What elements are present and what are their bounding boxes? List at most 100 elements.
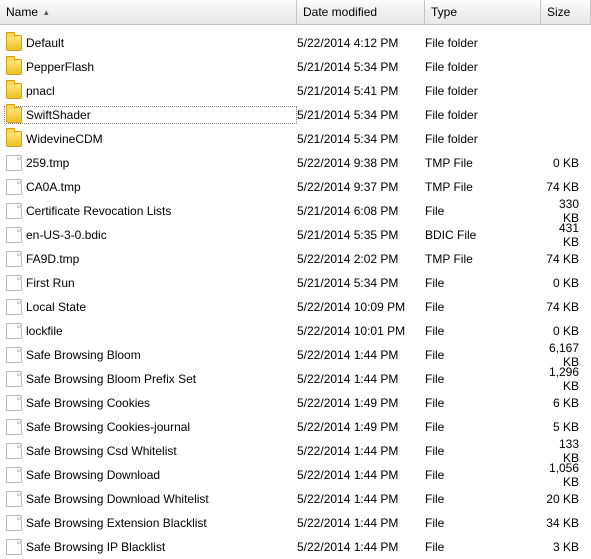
file-icon [6,539,22,555]
file-icon [6,179,22,195]
file-icon [6,395,22,411]
file-name-label: Safe Browsing Download [26,468,160,482]
column-header-date[interactable]: Date modified [297,0,425,24]
file-size-cell: 74 KB [541,180,591,194]
file-icon [6,371,22,387]
file-date-cell: 5/22/2014 10:09 PM [297,300,425,314]
file-type-cell: File [425,324,541,338]
file-name-cell[interactable]: Safe Browsing IP Blacklist [4,538,297,556]
file-date-cell: 5/22/2014 1:44 PM [297,444,425,458]
file-size-cell: 74 KB [541,300,591,314]
file-size-cell: 431 KB [541,221,591,249]
file-row[interactable]: Safe Browsing Cookies 5/22/2014 1:49 PMFi… [0,391,591,415]
file-row[interactable]: Safe Browsing Csd Whitelist5/22/2014 1:4… [0,439,591,463]
file-name-cell[interactable]: en-US-3-0.bdic [4,226,297,244]
file-name-cell[interactable]: WidevineCDM [4,130,297,148]
folder-icon [6,131,22,147]
file-name-cell[interactable]: First Run [4,274,297,292]
file-name-cell[interactable]: FA9D.tmp [4,250,297,268]
file-icon [6,491,22,507]
file-icon [6,419,22,435]
file-name-cell[interactable]: Local State [4,298,297,316]
file-row[interactable]: Local State5/22/2014 10:09 PMFile74 KB [0,295,591,319]
file-date-cell: 5/22/2014 1:44 PM [297,468,425,482]
file-name-label: FA9D.tmp [26,252,79,266]
file-row[interactable]: Certificate Revocation Lists 5/21/2014 6:… [0,199,591,223]
file-date-cell: 5/21/2014 6:08 PM [297,204,425,218]
file-name-label: lockfile [26,324,63,338]
file-row[interactable]: en-US-3-0.bdic5/21/2014 5:35 PMBDIC File… [0,223,591,247]
file-row[interactable]: Safe Browsing Download Whitelist 5/22/201… [0,487,591,511]
file-name-cell[interactable]: Safe Browsing Cookies [4,394,297,412]
file-row[interactable]: 259.tmp5/22/2014 9:38 PMTMP File0 KB [0,151,591,175]
file-row[interactable]: CA0A.tmp5/22/2014 9:37 PMTMP File74 KB [0,175,591,199]
file-name-cell[interactable]: PepperFlash [4,58,297,76]
file-date-cell: 5/22/2014 2:02 PM [297,252,425,266]
file-name-label: Safe Browsing Cookies-journal [26,420,190,434]
file-size-cell: 34 KB [541,516,591,530]
file-date-cell: 5/22/2014 1:49 PM [297,396,425,410]
file-name-label: Default [26,36,64,50]
file-row[interactable]: First Run5/21/2014 5:34 PMFile0 KB [0,271,591,295]
column-header-name[interactable]: Name ▴ [0,0,297,24]
file-type-cell: File [425,348,541,362]
file-name-cell[interactable]: Certificate Revocation Lists [4,202,297,220]
file-name-cell[interactable]: pnacl [4,82,297,100]
file-name-label: First Run [26,276,75,290]
file-size-cell: 1,056 KB [541,461,591,489]
file-date-cell: 5/22/2014 10:01 PM [297,324,425,338]
file-row[interactable]: WidevineCDM5/21/2014 5:34 PMFile folder [0,127,591,151]
file-name-label: SwiftShader [26,108,91,122]
file-row[interactable]: Safe Browsing Cookies-journal5/22/2014 1… [0,415,591,439]
file-type-cell: TMP File [425,156,541,170]
column-header-type[interactable]: Type [425,0,541,24]
file-row[interactable]: Safe Browsing Download5/22/2014 1:44 PMF… [0,463,591,487]
file-type-cell: File folder [425,84,541,98]
file-name-label: 259.tmp [26,156,69,170]
file-name-cell[interactable]: Safe Browsing Cookies-journal [4,418,297,436]
file-row[interactable]: Safe Browsing Bloom Prefix Set5/22/2014 … [0,367,591,391]
file-type-cell: File [425,396,541,410]
file-row[interactable]: Default5/22/2014 4:12 PMFile folder [0,31,591,55]
file-name-cell[interactable]: Default [4,34,297,52]
file-row[interactable]: Safe Browsing Extension Blacklist5/22/20… [0,511,591,535]
column-header-size[interactable]: Size [541,0,591,24]
folder-icon [6,35,22,51]
file-name-cell[interactable]: SwiftShader [4,106,297,124]
file-name-cell[interactable]: Safe Browsing Extension Blacklist [4,514,297,532]
file-icon [6,227,22,243]
file-name-label: Safe Browsing Cookies [26,396,150,410]
column-header-name-label: Name [6,5,38,19]
file-row[interactable]: FA9D.tmp5/22/2014 2:02 PMTMP File74 KB [0,247,591,271]
file-size-cell: 6 KB [541,396,591,410]
file-row[interactable]: pnacl5/21/2014 5:41 PMFile folder [0,79,591,103]
file-name-cell[interactable]: Safe Browsing Download [4,466,297,484]
file-type-cell: TMP File [425,252,541,266]
file-name-label: Local State [26,300,86,314]
file-row[interactable]: lockfile5/22/2014 10:01 PMFile0 KB [0,319,591,343]
file-date-cell: 5/22/2014 1:44 PM [297,492,425,506]
file-icon [6,251,22,267]
file-icon [6,275,22,291]
file-icon [6,443,22,459]
file-row[interactable]: PepperFlash5/21/2014 5:34 PMFile folder [0,55,591,79]
file-type-cell: File folder [425,132,541,146]
file-name-label: Safe Browsing Download Whitelist [26,492,209,506]
file-name-label: PepperFlash [26,60,94,74]
file-name-cell[interactable]: Safe Browsing Csd Whitelist [4,442,297,460]
file-name-cell[interactable]: CA0A.tmp [4,178,297,196]
file-date-cell: 5/21/2014 5:34 PM [297,276,425,290]
file-name-cell[interactable]: Safe Browsing Download Whitelist [4,490,297,508]
file-date-cell: 5/22/2014 1:44 PM [297,540,425,554]
file-name-cell[interactable]: Safe Browsing Bloom Prefix Set [4,370,297,388]
file-name-cell[interactable]: 259.tmp [4,154,297,172]
file-row[interactable]: SwiftShader5/21/2014 5:34 PMFile folder [0,103,591,127]
file-row[interactable]: Safe Browsing Bloom5/22/2014 1:44 PMFile… [0,343,591,367]
file-name-cell[interactable]: lockfile [4,322,297,340]
file-row[interactable]: Safe Browsing IP Blacklist5/22/2014 1:44… [0,535,591,559]
file-name-cell[interactable]: Safe Browsing Bloom [4,346,297,364]
file-type-cell: File [425,372,541,386]
file-icon [6,347,22,363]
file-name-label: Certificate Revocation Lists [26,204,171,218]
folder-icon [6,107,22,123]
